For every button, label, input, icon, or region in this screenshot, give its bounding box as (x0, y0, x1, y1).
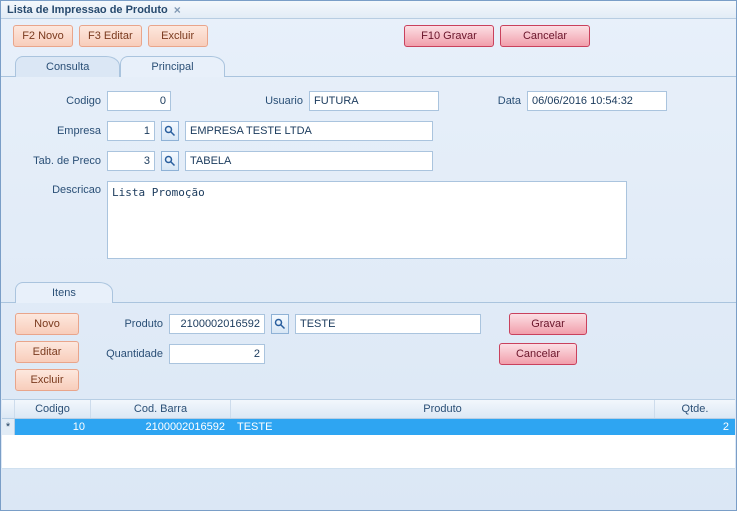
cancelar-button[interactable]: Cancelar (500, 25, 590, 47)
col-codigo[interactable]: Codigo (15, 400, 91, 418)
novo-button[interactable]: F2 Novo (13, 25, 73, 47)
label-codigo: Codigo (17, 95, 101, 107)
item-excluir-button[interactable]: Excluir (15, 369, 79, 391)
item-side-buttons: Novo Editar Excluir (15, 313, 79, 391)
produto-cod-field[interactable] (169, 314, 265, 334)
label-descricao: Descricao (17, 181, 101, 196)
quantidade-field[interactable] (169, 344, 265, 364)
cell-produto: TESTE (231, 419, 655, 435)
col-barra[interactable]: Cod. Barra (91, 400, 231, 418)
principal-form: Codigo Usuario Data Empresa Tab. de Prec… (1, 77, 736, 277)
item-novo-button[interactable]: Novo (15, 313, 79, 335)
cell-codigo: 10 (15, 419, 91, 435)
label-produto: Produto (93, 318, 163, 330)
cell-qtde: 2 (655, 419, 735, 435)
item-cancelar-button[interactable]: Cancelar (499, 343, 577, 365)
usuario-field[interactable] (309, 91, 439, 111)
itens-grid: Codigo Cod. Barra Produto Qtde. * 10 210… (2, 399, 735, 469)
editar-button[interactable]: F3 Editar (79, 25, 142, 47)
itens-area: Novo Editar Excluir Produto Gravar Quant… (1, 303, 736, 399)
main-tabs: Consulta Principal (1, 55, 736, 77)
label-empresa: Empresa (17, 125, 101, 137)
tabpreco-cod-field[interactable] (107, 151, 155, 171)
codigo-field[interactable] (107, 91, 171, 111)
data-field[interactable] (527, 91, 667, 111)
search-icon (164, 125, 176, 137)
item-gravar-button[interactable]: Gravar (509, 313, 587, 335)
tab-consulta[interactable]: Consulta (15, 56, 120, 77)
produto-lookup-button[interactable] (271, 314, 289, 334)
titlebar: Lista de Impressao de Produto × (1, 1, 736, 19)
label-data: Data (481, 95, 521, 107)
item-form: Produto Gravar Quantidade Cancelar (93, 313, 587, 373)
table-row[interactable]: * 10 2100002016592 TESTE 2 (2, 419, 735, 435)
cell-barra: 2100002016592 (91, 419, 231, 435)
itens-tabs: Itens (1, 281, 736, 303)
search-icon (274, 318, 286, 330)
tabpreco-nome-field[interactable] (185, 151, 433, 171)
col-produto[interactable]: Produto (231, 400, 655, 418)
tab-principal[interactable]: Principal (120, 56, 224, 77)
label-usuario: Usuario (243, 95, 303, 107)
excluir-button[interactable]: Excluir (148, 25, 208, 47)
toolbar: F2 Novo F3 Editar Excluir F10 Gravar Can… (1, 19, 736, 53)
empresa-nome-field[interactable] (185, 121, 433, 141)
gravar-button[interactable]: F10 Gravar (404, 25, 494, 47)
descricao-field[interactable] (107, 181, 627, 259)
empresa-cod-field[interactable] (107, 121, 155, 141)
label-tabpreco: Tab. de Preco (17, 155, 101, 167)
produto-nome-field[interactable] (295, 314, 481, 334)
window: Lista de Impressao de Produto × F2 Novo … (0, 0, 737, 511)
search-icon (164, 155, 176, 167)
tabpreco-lookup-button[interactable] (161, 151, 179, 171)
col-qtde[interactable]: Qtde. (655, 400, 735, 418)
tab-itens[interactable]: Itens (15, 282, 113, 303)
grid-header: Codigo Cod. Barra Produto Qtde. (2, 399, 735, 419)
row-marker-icon: * (2, 419, 15, 435)
empresa-lookup-button[interactable] (161, 121, 179, 141)
label-quantidade: Quantidade (93, 348, 163, 360)
window-title: Lista de Impressao de Produto (7, 4, 168, 16)
close-icon[interactable]: × (174, 3, 181, 17)
grid-empty-area (2, 435, 735, 469)
item-editar-button[interactable]: Editar (15, 341, 79, 363)
